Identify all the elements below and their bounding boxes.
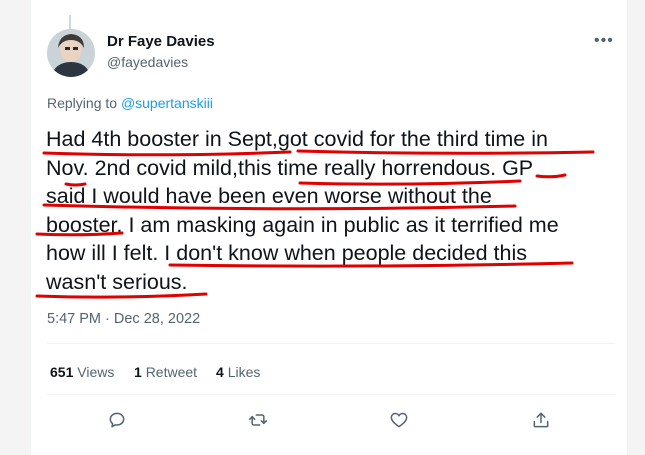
replying-prefix: Replying to	[47, 95, 118, 111]
retweets-stat[interactable]: 1 Retweet	[134, 364, 197, 380]
reply-icon[interactable]	[107, 410, 131, 434]
likes-count: 4	[216, 364, 224, 380]
divider	[47, 343, 615, 344]
retweets-label: Retweet	[145, 364, 198, 380]
likes-label: Likes	[227, 364, 261, 380]
author-name[interactable]: Dr Faye Davies	[107, 33, 215, 50]
tweet-line: how ill I felt. I don't know when people…	[46, 241, 527, 265]
tweet-line: said I would have been even worse withou…	[46, 184, 492, 208]
tweet-line: Nov. 2nd covid mild,this time really hor…	[46, 155, 534, 180]
tweet-line: booster. I am masking again in public as…	[46, 212, 559, 237]
more-horizontal-icon[interactable]: •••	[594, 32, 614, 50]
replying-mention[interactable]: @supertanskiii	[121, 95, 213, 111]
tweet-timestamp[interactable]: 5:47 PM · Dec 28, 2022	[47, 311, 200, 327]
views-label: Views	[77, 364, 115, 380]
avatar[interactable]	[47, 29, 95, 77]
retweets-count: 1	[134, 364, 142, 380]
views-count: 651	[50, 364, 74, 380]
tweet-line: wasn't serious.	[46, 269, 188, 294]
replying-to: Replying to @supertanskiii	[47, 95, 213, 111]
tweet-text: Had 4th booster in Sept,got covid for th…	[46, 125, 621, 296]
retweet-icon[interactable]	[248, 410, 272, 434]
likes-stat[interactable]: 4 Likes	[216, 364, 260, 380]
divider	[47, 394, 615, 395]
tweet-line: Had 4th booster in Sept,got covid for th…	[46, 127, 548, 151]
views-stat[interactable]: 651 Views	[50, 364, 114, 380]
thread-line	[69, 15, 71, 29]
like-icon[interactable]	[389, 410, 413, 434]
share-icon[interactable]	[531, 410, 555, 434]
author-handle[interactable]: @fayedavies	[107, 54, 188, 70]
